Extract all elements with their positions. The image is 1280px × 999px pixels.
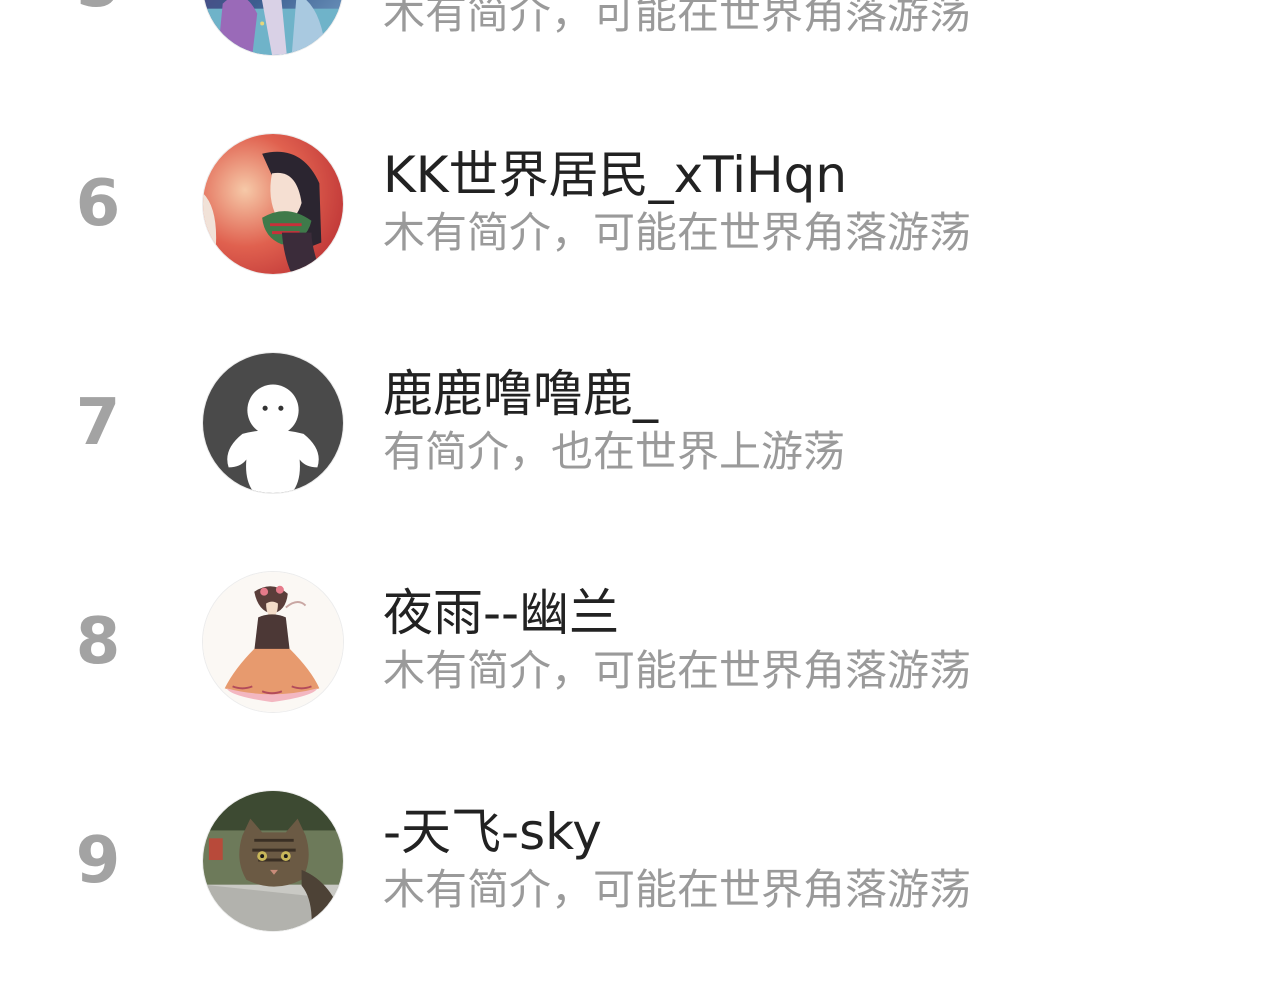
avatar[interactable] xyxy=(202,133,344,275)
lady-in-dress-avatar-icon xyxy=(203,572,343,712)
user-bio: 木有简介，可能在世界角落游荡 xyxy=(383,646,972,695)
user-bio: 木有简介，可能在世界角落游荡 xyxy=(383,0,972,38)
list-item[interactable]: 6 KK世界居民_xTiHqn 木有简介，可能在世界角落游荡 xyxy=(0,95,1280,314)
rank-number: 7 xyxy=(75,386,121,460)
user-name[interactable]: KK世界居民_xTiHqn xyxy=(383,145,847,205)
avatar[interactable] xyxy=(202,352,344,494)
tabby-cat-avatar-icon xyxy=(203,791,343,931)
rank-number: 5 xyxy=(60,0,136,40)
default-ghost-avatar-icon xyxy=(203,353,343,493)
avatar[interactable] xyxy=(202,0,344,56)
list-item[interactable]: 9 -天飞-sky 木有简介，可能在世界角落游荡 xyxy=(0,752,1280,971)
user-name[interactable]: 鹿鹿噜噜鹿_ xyxy=(383,364,658,424)
list-item[interactable]: 8 夜雨--幽兰 木有简介，可能在世界角落游荡 xyxy=(0,533,1280,752)
avatar[interactable] xyxy=(202,790,344,932)
user-name[interactable]: 夜雨--幽兰 xyxy=(383,583,619,643)
user-bio: 有简介，也在世界上游荡 xyxy=(383,427,846,476)
user-name[interactable]: -天飞-sky xyxy=(383,802,602,862)
rank-number: 6 xyxy=(75,167,121,241)
anime-girl-scarf-avatar-icon xyxy=(203,134,343,274)
anime-character-avatar-icon xyxy=(203,0,343,55)
user-bio: 木有简介，可能在世界角落游荡 xyxy=(383,208,972,257)
user-ranking-list: 5 木有简介，可能在世界角落游荡 xyxy=(0,0,1280,971)
list-item[interactable]: 5 木有简介，可能在世界角落游荡 xyxy=(0,0,1280,95)
user-bio: 木有简介，可能在世界角落游荡 xyxy=(383,865,972,914)
rank-number: 9 xyxy=(75,824,121,898)
rank-number: 8 xyxy=(75,605,121,679)
list-item[interactable]: 7 鹿鹿噜噜鹿_ 有简介，也在世界上游荡 xyxy=(0,314,1280,533)
avatar[interactable] xyxy=(202,571,344,713)
